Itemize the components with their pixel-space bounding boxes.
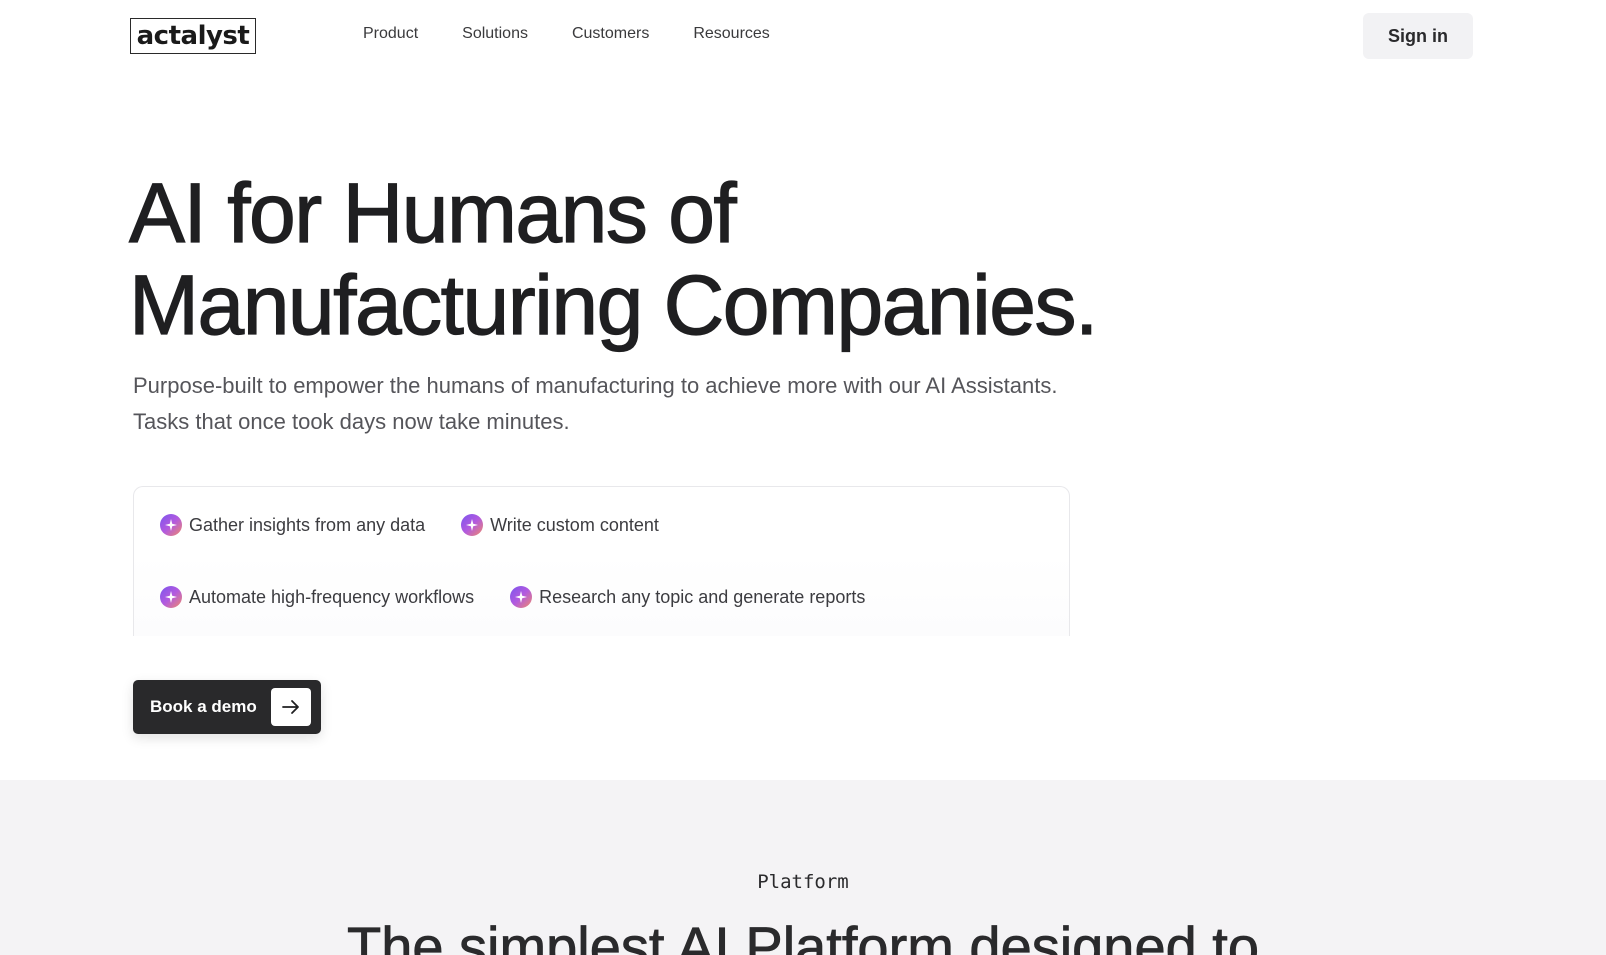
nav-item-solutions[interactable]: Solutions [462,25,528,43]
features-card: Gather insights from any data Write cust… [133,486,1070,636]
nav-item-customers[interactable]: Customers [572,25,649,43]
hero-title-line-1: AI for Humans of [128,166,737,260]
logo-text: actalyst [136,21,250,51]
platform-heading: The simplest AI Platform designed to [347,915,1260,955]
hero-subtitle-line-2: Tasks that once took days now take minut… [133,409,570,434]
sign-in-button[interactable]: Sign in [1363,13,1473,59]
feature-label: Write custom content [490,514,659,535]
arrow-right-icon [271,688,311,726]
feature-label: Gather insights from any data [189,514,426,535]
sign-in-label: Sign in [1388,25,1448,46]
feature-item: Research any topic and generate reports [510,586,865,608]
features-row-1: Gather insights from any data Write cust… [160,514,659,536]
book-demo-button[interactable]: Book a demo [133,680,321,734]
feature-label: Research any topic and generate reports [539,586,866,607]
feature-item: Gather insights from any data [160,514,425,536]
hero-subtitle-line-1: Purpose-built to empower the humans of m… [133,373,1058,398]
actalyst-logo[interactable]: actalyst [130,18,256,54]
feature-label: Automate high-frequency workflows [189,586,475,607]
platform-eyebrow: Platform [757,871,849,893]
sparkle-icon [510,586,533,608]
feature-item: Write custom content [461,514,659,536]
platform-section: Platform The simplest AI Platform design… [0,780,1606,955]
feature-item: Automate high-frequency workflows [160,586,474,608]
sparkle-icon [461,514,484,536]
hero-title: AI for Humans of Manufacturing Companies… [128,166,1099,352]
top-nav: actalyst Product Solutions Customers Res… [0,0,1606,70]
nav-links: Product Solutions Customers Resources [363,25,770,43]
book-demo-label: Book a demo [150,697,257,716]
hero-subtitle: Purpose-built to empower the humans of m… [133,368,1057,440]
nav-item-resources[interactable]: Resources [693,25,769,43]
hero-title-line-2: Manufacturing Companies. [128,258,1099,352]
sparkle-icon [160,586,182,608]
features-row-2: Automate high-frequency workflows Resear… [160,586,865,608]
nav-item-product[interactable]: Product [363,25,418,43]
sparkle-icon [160,514,182,536]
